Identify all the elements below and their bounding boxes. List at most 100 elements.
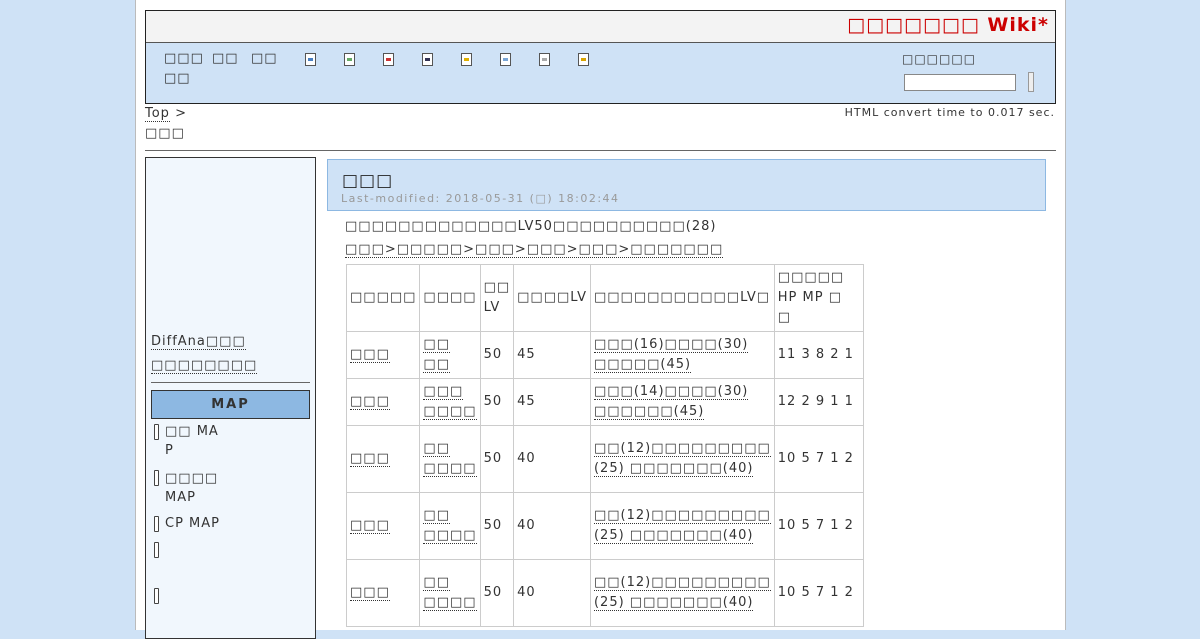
table-cell-lv: 50 xyxy=(479,492,515,560)
table-cell-lv2: 40 xyxy=(513,492,591,560)
page-new-icon[interactable] xyxy=(305,53,316,66)
category-path[interactable]: □□□>□□□□□>□□□>□□□>□□□>□□□□□□□ xyxy=(345,242,724,258)
cell-text: □□ □□□□ xyxy=(423,575,477,611)
breadcrumb-top-link[interactable]: Top xyxy=(145,106,170,122)
breadcrumb-separator: > xyxy=(175,106,187,121)
table-cell-name[interactable]: □□□ xyxy=(345,425,421,493)
table-row: □□□ □□ □□ 50 45 □□□(16)□□□□(30) □□□□□(45) 11 … xyxy=(345,331,864,379)
cell-text: 40 xyxy=(517,451,536,466)
table-cell-skills[interactable]: □□(12)□□□□□□□□□ (25) □□□□□□□(40) xyxy=(589,559,775,627)
map-item-3[interactable]: CP MAP xyxy=(165,514,220,533)
table-cell-class[interactable]: □□□ □□□□ xyxy=(419,378,481,426)
cell-text: 50 xyxy=(483,518,503,533)
map-item-2-line1: □□□□ xyxy=(165,471,219,486)
table-cell-class[interactable]: □□ □□□□ xyxy=(419,559,481,627)
table-cell-lv2: 40 xyxy=(513,559,591,627)
table-cell-name[interactable]: □□□ xyxy=(345,331,421,379)
cell-text: □□□ xyxy=(350,394,390,410)
map-item-marker xyxy=(154,542,159,558)
map-item-1[interactable]: □□ MA P xyxy=(165,422,219,460)
page-edit-icon[interactable] xyxy=(344,53,355,66)
cell-text: 12 2 9 1 1 xyxy=(777,394,854,409)
table-cell-stats: 10 5 7 1 2 xyxy=(773,492,864,560)
table-cell-name[interactable]: □□□ xyxy=(345,492,421,560)
map-item-2-line2: MAP xyxy=(165,490,196,505)
page-title-box: □□□ Last-modified: 2018-05-31 (□) 18:02:… xyxy=(327,159,1046,211)
page-title: □□□ xyxy=(342,171,394,191)
search-button[interactable] xyxy=(1028,72,1034,92)
intro-text: □□□□□□□□□□□□□LV50□□□□□□□□□□(28) xyxy=(345,219,717,234)
header-cell: □□□□□□□□□□□LV□ xyxy=(589,264,775,332)
search-label: □□□□□□ xyxy=(902,52,977,66)
table-cell-class[interactable]: □□ □□ xyxy=(419,331,481,379)
page-copy-icon[interactable] xyxy=(500,53,511,66)
header-divider xyxy=(145,150,1056,151)
table-cell-stats: 12 2 9 1 1 xyxy=(773,378,864,426)
table-cell-class[interactable]: □□ □□□□ xyxy=(419,492,481,560)
map-item-marker xyxy=(154,470,159,486)
table-row: □□□ □□ □□□□ 50 40 □□(12)□□□□□□□□□ (25) □□□□□… xyxy=(345,425,864,493)
cell-text: □□(12)□□□□□□□□□ (25) □□□□□□□(40) xyxy=(593,508,771,544)
sidebar-divider xyxy=(151,382,310,383)
page-frame: □□□□□□□ Wiki* □□□ □□ □□ □□ □□□□□□ Top > … xyxy=(135,0,1066,639)
last-modified: Last-modified: 2018-05-31 (□) 18:02:44 xyxy=(341,192,620,205)
header-cell: □□ LV xyxy=(479,264,515,332)
page-delete-icon[interactable] xyxy=(383,53,394,66)
cell-text: □□□(16)□□□□(30) □□□□□(45) xyxy=(593,337,749,373)
cell-text: □□ □□□□ xyxy=(423,441,477,477)
cell-text: □□□ □□□□ xyxy=(423,384,477,420)
convert-time: HTML convert time to 0.017 sec. xyxy=(844,106,1055,119)
cell-text: □□□(14)□□□□(30) □□□□□□(45) xyxy=(593,384,749,420)
header-cell: □□□□ xyxy=(419,264,481,332)
page-lock-icon[interactable] xyxy=(461,53,472,66)
table-cell-skills[interactable]: □□(12)□□□□□□□□□ (25) □□□□□□□(40) xyxy=(589,492,775,560)
table-cell-stats: 10 5 7 1 2 xyxy=(773,425,864,493)
table-cell-skills[interactable]: □□(12)□□□□□□□□□ (25) □□□□□□□(40) xyxy=(589,425,775,493)
site-title[interactable]: □□□□□□□ Wiki* xyxy=(847,14,1049,36)
site-header: □□□□□□□ Wiki* □□□ □□ □□ □□ □□□□□□ xyxy=(145,10,1056,104)
cell-text: □□□ xyxy=(350,585,390,601)
nav-link-1b[interactable]: □□ xyxy=(164,71,191,86)
search-input[interactable] xyxy=(904,74,1016,91)
cell-text: □□□ xyxy=(350,451,390,467)
title-bar: □□□□□□□ Wiki* xyxy=(146,11,1055,43)
breadcrumb-current-page: □□□ xyxy=(145,126,185,141)
table-cell-skills[interactable]: □□□(16)□□□□(30) □□□□□(45) xyxy=(589,331,775,379)
table-cell-lv: 50 xyxy=(479,559,515,627)
header-cell: □□□□□ xyxy=(345,264,421,332)
map-item-1-line1: □□ MA xyxy=(165,424,219,439)
sidebar-link-diffana[interactable]: DiffAna□□□ xyxy=(151,334,246,350)
map-item-marker xyxy=(154,516,159,532)
cell-text: 10 5 7 1 2 xyxy=(777,451,854,466)
cell-text: □□ □□ xyxy=(423,337,450,373)
sidebar-menu: DiffAna□□□ □□□□□□□□ MAP □□ MA P □□□□ MAP C… xyxy=(145,157,316,639)
cell-text: □□□ xyxy=(350,347,390,363)
nav-link-2[interactable]: □□ xyxy=(212,51,239,66)
table-cell-class[interactable]: □□ □□□□ xyxy=(419,425,481,493)
cell-text: 50 xyxy=(483,585,503,600)
map-item-2[interactable]: □□□□ MAP xyxy=(165,469,218,507)
table-cell-lv2: 40 xyxy=(513,425,591,493)
cell-text: 40 xyxy=(517,518,536,533)
table-cell-lv2: 45 xyxy=(513,331,591,379)
table-cell-skills[interactable]: □□□(14)□□□□(30) □□□□□□(45) xyxy=(589,378,775,426)
sidebar-link-2[interactable]: □□□□□□□□ xyxy=(151,358,258,374)
table-row: □□□ □□□ □□□□ 50 45 □□□(14)□□□□(30) □□□□□□(45… xyxy=(345,378,864,426)
table-cell-name[interactable]: □□□ xyxy=(345,559,421,627)
table-cell-name[interactable]: □□□ xyxy=(345,378,421,426)
cell-text: 50 xyxy=(483,451,503,466)
page-help-icon[interactable] xyxy=(578,53,589,66)
header-cell: □□□□□ HP MP □ □ xyxy=(773,264,864,332)
map-item-marker xyxy=(154,588,159,604)
cell-text: 45 xyxy=(517,347,536,362)
navigation-bar: □□□ □□ □□ □□ □□□□□□ xyxy=(146,43,1055,103)
nav-link-1[interactable]: □□□ xyxy=(164,51,204,66)
page-list-icon[interactable] xyxy=(539,53,550,66)
cell-text: □□(12)□□□□□□□□□ (25) □□□□□□□(40) xyxy=(593,441,771,477)
cell-text: 40 xyxy=(517,585,536,600)
nav-link-3[interactable]: □□ xyxy=(251,51,278,66)
table-cell-lv2: 45 xyxy=(513,378,591,426)
page-save-icon[interactable] xyxy=(422,53,433,66)
table-cell-lv: 50 xyxy=(479,425,515,493)
cell-text: □□(12)□□□□□□□□□ (25) □□□□□□□(40) xyxy=(593,575,771,611)
